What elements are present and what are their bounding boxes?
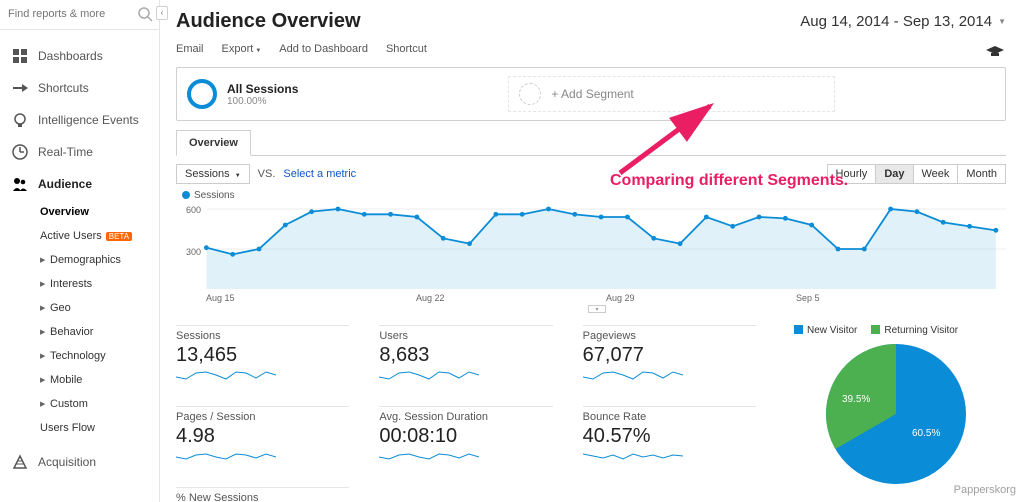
vs-label: VS. — [258, 168, 276, 180]
nav-label: Dashboards — [38, 49, 103, 63]
nav-dashboards[interactable]: Dashboards — [0, 40, 159, 72]
chevron-down-icon: ▼ — [235, 173, 241, 179]
pie-label-new: 60.5% — [912, 428, 940, 439]
search-bar: ‹ — [0, 0, 159, 30]
nav-label: Shortcuts — [38, 81, 89, 95]
metric-pageviews[interactable]: Pageviews67,077 — [583, 325, 756, 386]
nav-label: Acquisition — [38, 455, 96, 469]
time-month[interactable]: Month — [958, 164, 1006, 184]
legend-dot-icon — [182, 191, 190, 199]
nav-label: Intelligence Events — [38, 113, 139, 127]
metric-avg-duration[interactable]: Avg. Session Duration00:08:10 — [379, 406, 552, 467]
subitem-active-users[interactable]: Active UsersBETA — [36, 224, 159, 248]
time-week[interactable]: Week — [914, 164, 959, 184]
chevron-right-icon: ▶ — [40, 280, 50, 288]
chart-expand-handle[interactable]: ▾ — [588, 305, 606, 313]
visitor-pie-chart[interactable]: 39.5% 60.5% — [826, 344, 966, 484]
email-link[interactable]: Email — [176, 43, 204, 55]
nav-acquisition[interactable]: Acquisition — [0, 446, 159, 478]
square-icon — [794, 325, 803, 334]
metric-select[interactable]: Sessions ▼ — [176, 164, 250, 184]
clock-icon — [12, 144, 28, 160]
sidebar: ‹ Dashboards Shortcuts Intelligence Even… — [0, 0, 160, 502]
chevron-right-icon: ▶ — [40, 304, 50, 312]
time-granularity: Hourly Day Week Month — [827, 164, 1006, 184]
metric-pages-session[interactable]: Pages / Session4.98 — [176, 406, 349, 467]
time-day[interactable]: Day — [876, 164, 913, 184]
nav-label: Real-Time — [38, 145, 93, 159]
chevron-right-icon: ▶ — [40, 376, 50, 384]
export-link[interactable]: Export▼ — [222, 43, 262, 55]
watermark: Papperskorg — [954, 484, 1016, 496]
add-segment-circle-icon — [519, 83, 541, 105]
acquisition-icon — [12, 454, 28, 470]
subitem-behavior[interactable]: ▶Behavior — [36, 320, 159, 344]
segment-circle-icon — [187, 79, 217, 109]
toolbar: Email Export▼ Add to Dashboard Shortcut — [170, 37, 1024, 67]
sessions-chart[interactable]: 600 300 Aug 15 Aug 22 Aug 29 Sep 5 — [176, 203, 1006, 303]
nav-shortcuts[interactable]: Shortcuts — [0, 72, 159, 104]
audience-icon — [12, 176, 28, 192]
nav-intelligence[interactable]: Intelligence Events — [0, 104, 159, 136]
metric-bounce-rate[interactable]: Bounce Rate40.57% — [583, 406, 756, 467]
subitem-users-flow[interactable]: Users Flow — [36, 416, 159, 440]
nav: Dashboards Shortcuts Intelligence Events… — [0, 30, 159, 478]
subitem-mobile[interactable]: ▶Mobile — [36, 368, 159, 392]
pie-label-returning: 39.5% — [842, 394, 870, 405]
pie-panel: New Visitor Returning Visitor 39.5% 60.5… — [776, 325, 1006, 502]
segment-percent: 100.00% — [227, 96, 298, 107]
metrics-grid: Sessions13,465 Users8,683 Pageviews67,07… — [176, 325, 756, 502]
chevron-down-icon: ▼ — [998, 17, 1006, 26]
audience-subitems: Overview Active UsersBETA ▶Demographics … — [0, 200, 159, 440]
nav-realtime[interactable]: Real-Time — [0, 136, 159, 168]
nav-label: Audience — [38, 177, 92, 191]
square-icon — [871, 325, 880, 334]
collapse-sidebar-icon[interactable]: ‹ — [156, 6, 168, 20]
nav-audience[interactable]: Audience — [0, 168, 159, 200]
chevron-right-icon: ▶ — [40, 352, 50, 360]
subitem-demographics[interactable]: ▶Demographics — [36, 248, 159, 272]
chevron-right-icon: ▶ — [40, 328, 50, 336]
select-metric-link[interactable]: Select a metric — [283, 168, 356, 180]
time-hourly[interactable]: Hourly — [827, 164, 877, 184]
metric-new-sessions[interactable]: % New Sessions — [176, 487, 349, 502]
shortcut-link[interactable]: Shortcut — [386, 43, 427, 55]
chevron-right-icon: ▶ — [40, 400, 50, 408]
bulb-icon — [12, 112, 28, 128]
legend-new-visitor: New Visitor — [794, 325, 857, 336]
page-title: Audience Overview — [176, 10, 361, 33]
subitem-technology[interactable]: ▶Technology — [36, 344, 159, 368]
tab-overview[interactable]: Overview — [176, 130, 251, 156]
segment-info[interactable]: All Sessions 100.00% — [227, 82, 298, 107]
add-segment-button[interactable]: + Add Segment — [508, 76, 834, 112]
add-dashboard-link[interactable]: Add to Dashboard — [279, 43, 368, 55]
tab-row: Overview — [176, 129, 1006, 156]
metric-users[interactable]: Users8,683 — [379, 325, 552, 386]
chart-legend: Sessions — [182, 190, 1006, 201]
dashboards-icon — [12, 48, 28, 64]
date-range-picker[interactable]: Aug 14, 2014 - Sep 13, 2014 ▼ — [800, 13, 1006, 30]
metric-sessions[interactable]: Sessions13,465 — [176, 325, 349, 386]
segment-title: All Sessions — [227, 82, 298, 96]
chevron-down-icon: ▼ — [255, 48, 261, 54]
subitem-interests[interactable]: ▶Interests — [36, 272, 159, 296]
subitem-custom[interactable]: ▶Custom — [36, 392, 159, 416]
legend-returning-visitor: Returning Visitor — [871, 325, 958, 336]
subitem-overview[interactable]: Overview — [36, 200, 159, 224]
search-input[interactable] — [8, 8, 151, 20]
subitem-geo[interactable]: ▶Geo — [36, 296, 159, 320]
chevron-right-icon: ▶ — [40, 256, 50, 264]
beta-badge: BETA — [106, 232, 132, 241]
segment-box: All Sessions 100.00% + Add Segment — [176, 67, 1006, 121]
shortcuts-icon — [12, 80, 28, 96]
education-icon[interactable] — [986, 46, 1004, 61]
search-icon[interactable] — [137, 6, 153, 22]
main: Audience Overview Aug 14, 2014 - Sep 13,… — [170, 0, 1024, 502]
